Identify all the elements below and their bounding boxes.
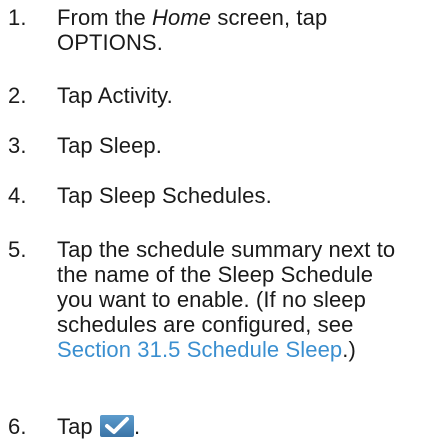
sleep-term: Sleep [98,133,156,158]
step-number: 6. [8,414,27,439]
sleep-schedules-term: Sleep Schedules [98,183,266,208]
step-number: 3. [8,133,27,158]
activity-term: Activity [97,83,167,108]
checkmark-ok-icon [99,415,134,437]
step-text: Tap Activity. [57,83,173,108]
step-text: Tap . [57,414,141,439]
step-text: Tap Sleep Schedules. [57,183,272,208]
step-text: Tap Sleep. [57,133,162,158]
step-number: 4. [8,183,27,208]
step-text: From the Home screen, tap OPTIONS. [57,5,328,55]
step-text: Tap the schedule summary next to the nam… [57,237,396,362]
home-screen-term: Home [152,5,212,30]
step-number: 1. [8,5,27,30]
step-number: 2. [8,83,27,108]
options-term: OPTIONS. [57,30,163,55]
step-number: 5. [8,237,27,262]
instruction-steps: 1. From the Home screen, tap OPTIONS. 2.… [0,0,422,447]
section-link[interactable]: Section 31.5 Schedule Sleep [57,337,342,362]
